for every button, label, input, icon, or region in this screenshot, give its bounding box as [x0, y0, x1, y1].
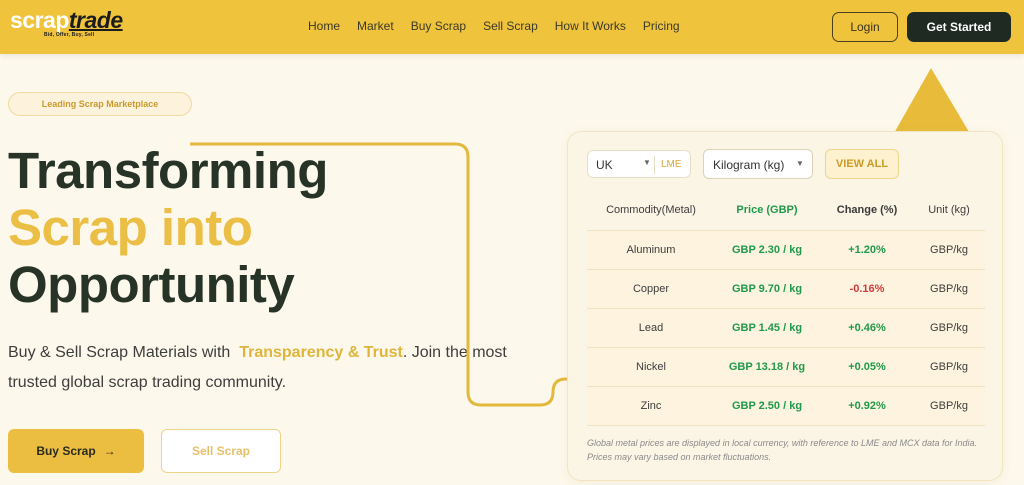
view-all-button[interactable]: VIEW ALL: [825, 149, 899, 179]
metal-change: +0.92%: [848, 400, 886, 412]
buy-scrap-button[interactable]: Buy Scrap →: [8, 429, 144, 473]
metal-price: GBP 13.18 / kg: [728, 361, 806, 373]
hero-description: Buy & Sell Scrap Materials with Transpar…: [8, 338, 548, 398]
country-value: UK: [596, 158, 613, 172]
metal-price: GBP 2.50 / kg: [731, 400, 803, 412]
headline-line-1: Transforming: [8, 142, 328, 199]
metal-prices-panel: UK ▼ LME Kilogram (kg) ▼ VIEW ALL Commod…: [567, 131, 1003, 481]
sell-scrap-button[interactable]: Sell Scrap: [161, 429, 281, 473]
unit-select[interactable]: Kilogram (kg) ▼: [703, 149, 813, 179]
price-table-header: Commodity(Metal) Price (GBP) Change (%) …: [587, 198, 985, 231]
table-row: Aluminum GBP 2.30 / kg +1.20% GBP/kg: [587, 231, 985, 270]
country-select[interactable]: UK ▼ LME: [587, 150, 691, 178]
logo-part-scrap: scrap: [10, 7, 69, 33]
nav-home[interactable]: Home: [308, 19, 340, 33]
metal-unit: GBP/kg: [930, 244, 968, 256]
nav-pricing[interactable]: Pricing: [643, 19, 680, 33]
hero-headline: Transforming Scrap into Opportunity: [8, 142, 328, 313]
nav-market[interactable]: Market: [357, 19, 394, 33]
select-divider: [654, 156, 655, 174]
arrow-right-icon: →: [103, 444, 116, 458]
buy-scrap-label: Buy Scrap: [36, 444, 96, 458]
top-navbar: scraptrade Bid, Offer, Buy, Sell Home Ma…: [0, 0, 1024, 54]
price-disclaimer: Global metal prices are displayed in loc…: [587, 438, 978, 462]
metal-change: +1.20%: [848, 244, 886, 256]
metal-price: GBP 1.45 / kg: [731, 322, 803, 334]
get-started-button[interactable]: Get Started: [907, 12, 1011, 42]
metal-unit: GBP/kg: [930, 361, 968, 373]
login-button[interactable]: Login: [832, 12, 898, 42]
column-header-change: Change (%): [836, 204, 898, 216]
column-header-price: Price (GBP): [736, 204, 798, 216]
metal-unit: GBP/kg: [930, 283, 968, 295]
lead-prefix: Buy & Sell Scrap Materials with: [8, 344, 231, 361]
column-header-commodity: Commodity(Metal): [606, 204, 696, 216]
metal-name: Nickel: [636, 361, 666, 373]
table-row: Copper GBP 9.70 / kg -0.16% GBP/kg: [587, 270, 985, 309]
table-row: Nickel GBP 13.18 / kg +0.05% GBP/kg: [587, 348, 985, 387]
nav-how-it-works[interactable]: How It Works: [555, 19, 626, 33]
metal-name: Aluminum: [626, 244, 676, 256]
metal-unit: GBP/kg: [930, 322, 968, 334]
table-row: Lead GBP 1.45 / kg +0.46% GBP/kg: [587, 309, 985, 348]
column-header-unit: Unit (kg): [928, 204, 970, 216]
table-row: Zinc GBP 2.50 / kg +0.92% GBP/kg: [587, 387, 985, 426]
chevron-down-icon: ▼: [796, 159, 804, 168]
exchange-label: LME: [661, 159, 682, 170]
metal-unit: GBP/kg: [930, 400, 968, 412]
metal-price: GBP 9.70 / kg: [731, 283, 803, 295]
logo-wordmark: scraptrade: [10, 7, 123, 33]
nav-buy-scrap[interactable]: Buy Scrap: [411, 19, 466, 33]
metal-name: Copper: [632, 283, 670, 295]
metal-name: Zinc: [640, 400, 662, 412]
unit-value: Kilogram (kg): [713, 158, 785, 172]
chevron-down-icon: ▼: [643, 158, 651, 167]
metal-price: GBP 2.30 / kg: [731, 244, 803, 256]
metal-name: Lead: [638, 322, 664, 334]
main-nav: Home Market Buy Scrap Sell Scrap How It …: [308, 19, 697, 33]
metal-change: +0.05%: [848, 361, 886, 373]
hero-badge: Leading Scrap Marketplace: [8, 92, 192, 116]
logo-part-trade: trade: [68, 7, 123, 33]
metal-change: +0.46%: [848, 322, 886, 334]
headline-line-2: Scrap into: [8, 199, 253, 256]
metal-change: -0.16%: [849, 283, 885, 295]
lead-accent: Transparency & Trust: [239, 344, 403, 361]
nav-sell-scrap[interactable]: Sell Scrap: [483, 19, 538, 33]
brand-logo[interactable]: scraptrade Bid, Offer, Buy, Sell: [10, 7, 123, 39]
headline-line-3: Opportunity: [8, 256, 295, 313]
